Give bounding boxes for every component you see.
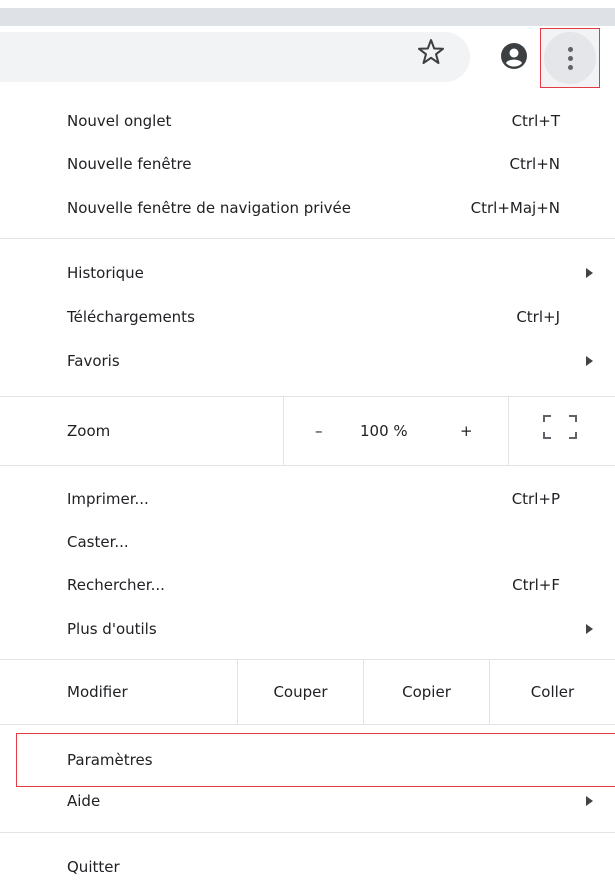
menu-item-label: Rechercher... — [67, 576, 165, 594]
menu-item-shortcut: Ctrl+Maj+N — [470, 199, 560, 217]
menu-item-label: Historique — [67, 264, 144, 282]
menu-item-label: Téléchargements — [67, 308, 195, 326]
browser-toolbar — [0, 26, 615, 90]
menu-item-settings[interactable]: Paramètres — [0, 736, 615, 784]
menu-item-find[interactable]: Rechercher... Ctrl+F — [0, 562, 615, 608]
menu-item-more-tools[interactable]: Plus d'outils — [0, 606, 615, 652]
zoom-divider — [283, 397, 284, 465]
menu-item-cast[interactable]: Caster... — [0, 519, 615, 565]
cut-button[interactable]: Couper — [238, 660, 363, 724]
menu-item-label: Plus d'outils — [67, 620, 157, 638]
menu-item-label: Paramètres — [67, 751, 153, 769]
menu-separator — [0, 724, 615, 725]
menu-item-label: Imprimer... — [67, 490, 149, 508]
menu-separator — [0, 465, 615, 466]
zoom-out-button[interactable]: – — [315, 422, 323, 440]
menu-item-quit[interactable]: Quitter — [0, 844, 615, 890]
menu-item-shortcut: Ctrl+J — [516, 308, 560, 326]
menu-dot — [567, 56, 573, 61]
menu-item-print[interactable]: Imprimer... Ctrl+P — [0, 476, 615, 522]
menu-item-history[interactable]: Historique — [0, 250, 615, 296]
menu-dot — [567, 65, 573, 70]
zoom-divider — [508, 397, 509, 465]
menu-item-bookmarks[interactable]: Favoris — [0, 338, 615, 384]
submenu-arrow-icon — [586, 268, 593, 278]
edit-row: Modifier Couper Copier Coller — [0, 660, 615, 724]
menu-item-label: Nouvelle fenêtre de navigation privée — [67, 199, 351, 217]
zoom-row: Zoom – 100 % + — [0, 397, 615, 465]
menu-item-shortcut: Ctrl+P — [511, 490, 560, 508]
zoom-in-button[interactable]: + — [460, 422, 473, 440]
tab-strip-band — [0, 8, 615, 26]
edit-label: Modifier — [67, 683, 128, 701]
paste-button[interactable]: Coller — [490, 660, 615, 724]
copy-button[interactable]: Copier — [364, 660, 489, 724]
menu-item-shortcut: Ctrl+F — [512, 576, 560, 594]
submenu-arrow-icon — [586, 624, 593, 634]
menu-item-new-window[interactable]: Nouvelle fenêtre Ctrl+N — [0, 141, 615, 187]
chrome-main-menu: Nouvel onglet Ctrl+T Nouvelle fenêtre Ct… — [0, 90, 615, 890]
paste-button-label: Coller — [530, 683, 575, 701]
copy-button-label: Copier — [402, 683, 451, 701]
menu-item-label: Quitter — [67, 858, 120, 876]
menu-item-label: Aide — [67, 792, 101, 810]
menu-item-downloads[interactable]: Téléchargements Ctrl+J — [0, 294, 615, 340]
zoom-label: Zoom — [67, 422, 111, 440]
cut-button-label: Couper — [273, 683, 328, 701]
menu-item-help[interactable]: Aide — [0, 778, 615, 824]
menu-item-shortcut: Ctrl+T — [511, 112, 560, 130]
zoom-level: 100 % — [360, 422, 408, 440]
tab-strip — [0, 0, 615, 26]
menu-dot — [567, 47, 573, 52]
menu-item-shortcut: Ctrl+N — [509, 155, 560, 173]
fullscreen-icon[interactable] — [540, 412, 580, 442]
address-bar[interactable] — [0, 32, 470, 82]
menu-item-label: Nouvel onglet — [67, 112, 172, 130]
menu-item-new-incognito-window[interactable]: Nouvelle fenêtre de navigation privée Ct… — [0, 185, 615, 231]
menu-item-label: Caster... — [67, 533, 129, 551]
menu-separator — [0, 238, 615, 239]
menu-separator — [0, 832, 615, 833]
menu-item-label: Favoris — [67, 352, 120, 370]
submenu-arrow-icon — [586, 356, 593, 366]
menu-item-new-tab[interactable]: Nouvel onglet Ctrl+T — [0, 98, 615, 144]
three-dot-menu-icon[interactable] — [540, 28, 600, 88]
account-icon[interactable] — [500, 42, 528, 70]
star-icon[interactable] — [415, 36, 447, 68]
submenu-arrow-icon — [586, 796, 593, 806]
menu-item-label: Nouvelle fenêtre — [67, 155, 192, 173]
